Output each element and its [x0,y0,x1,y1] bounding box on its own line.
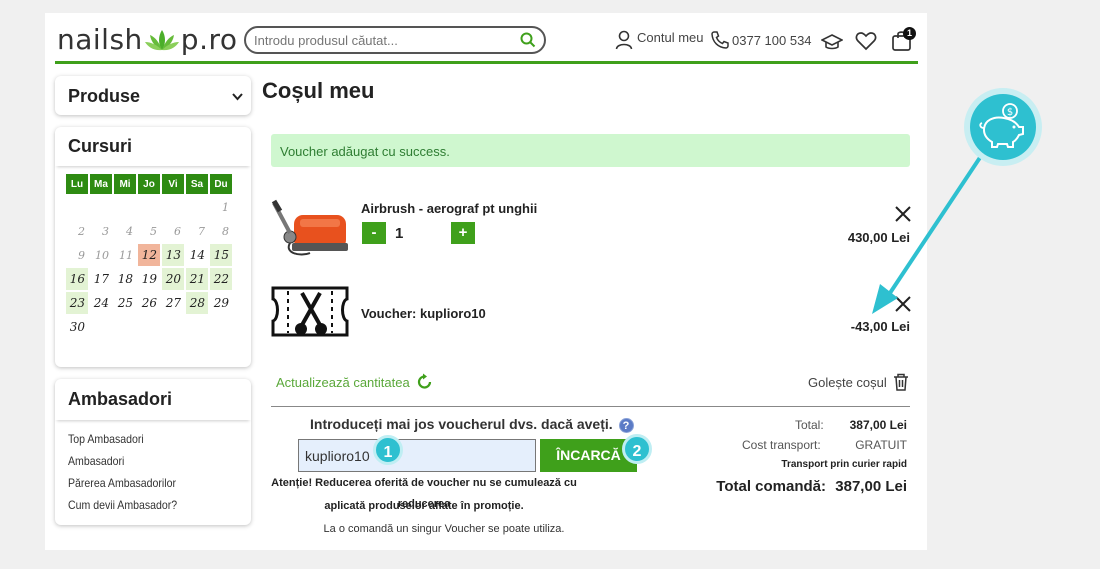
piggy-bank-badge: $ [964,88,1042,166]
annotation-overlay [872,148,987,314]
piggy-bank-icon: $ [979,103,1024,148]
svg-text:$: $ [1007,107,1013,118]
